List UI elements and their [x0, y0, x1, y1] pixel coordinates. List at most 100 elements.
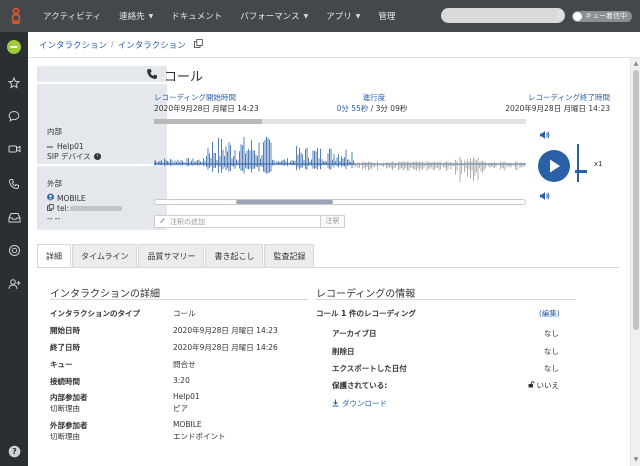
lifebuoy-icon[interactable]	[0, 239, 28, 261]
caret-down-icon: ▼	[148, 12, 154, 20]
archive-date-label: アーカイブ日	[332, 329, 377, 338]
export-date-value: なし	[544, 364, 559, 373]
recording-count-label: コール 1 件のレコーディング	[316, 309, 416, 318]
nav-contacts[interactable]: 連絡先 ▼	[110, 0, 162, 32]
annotation-input[interactable]: 注釈の追加	[154, 215, 338, 228]
external-participant-label: 外部参加者	[50, 421, 88, 430]
download-icon	[332, 399, 339, 409]
progress-value: 0分 55秒 / 3分 09秒	[322, 103, 422, 114]
svg-text:?: ?	[12, 447, 17, 456]
tab-quality-summary[interactable]: 品質サマリー	[138, 244, 205, 268]
nav-admin[interactable]: 管理	[369, 0, 404, 32]
breadcrumb-link-interactions[interactable]: インタラクション	[39, 39, 107, 51]
bell-icon[interactable]	[554, 9, 566, 22]
export-date-label: エクスポートした日付	[332, 364, 407, 373]
external-disconnect-label: 切断理由	[50, 432, 80, 441]
type-label: インタラクションのタイプ	[50, 309, 140, 318]
star-icon[interactable]	[0, 72, 28, 94]
unlock-icon	[528, 381, 535, 390]
copy-icon[interactable]	[47, 203, 54, 213]
search-input[interactable]	[441, 8, 565, 23]
external-tel: tel:	[47, 203, 157, 213]
internal-title: 内部	[47, 127, 62, 136]
nav-activity[interactable]: アクティビティ	[34, 0, 110, 32]
top-nav-menu: アクティビティ 連絡先 ▼ ドキュメント パフォーマンス ▼ アプリ ▼ 管理	[34, 0, 404, 32]
protected-value-text: いいえ	[536, 381, 560, 390]
genesys-logo-icon[interactable]	[0, 0, 32, 32]
scroll-down-arrow-icon[interactable]: ▼	[632, 456, 640, 464]
start-label: 開始日時	[50, 326, 80, 335]
nav-apps[interactable]: アプリ ▼	[317, 0, 369, 32]
download-link[interactable]: ダウンロード	[332, 398, 387, 409]
delete-date-label: 削除日	[332, 347, 355, 356]
tab-audit-log[interactable]: 監査記録	[264, 244, 315, 268]
details-divider	[50, 299, 308, 300]
phone-icon	[146, 68, 158, 84]
playback-speed-slider[interactable]	[577, 144, 579, 182]
toggle-switch[interactable]: キュー着信中	[572, 10, 632, 22]
internal-disconnect-value: ピア	[173, 404, 188, 413]
delete-date-value: なし	[544, 347, 559, 356]
play-icon	[550, 159, 560, 173]
nav-performance[interactable]: パフォーマンス ▼	[231, 0, 317, 32]
top-nav-bar: アクティビティ 連絡先 ▼ ドキュメント パフォーマンス ▼ アプリ ▼ 管理 キュー…	[0, 0, 640, 32]
queue-toggle[interactable]: キュー着信中	[572, 10, 632, 22]
recording-info-title: レコーディングの情報	[316, 289, 416, 300]
tab-transcript[interactable]: 書き起こし	[205, 244, 264, 268]
edit-recording-link[interactable]: (編集)	[539, 308, 560, 319]
waveform-scroll-bar[interactable]	[154, 199, 526, 205]
protected-value[interactable]: いいえ	[508, 380, 559, 391]
scroll-up-arrow-icon[interactable]: ▲	[632, 60, 640, 68]
volume-up-icon[interactable]	[539, 130, 551, 142]
progress-total: 3分 09秒	[375, 104, 408, 113]
detail-tabs: 詳細 タイムライン 品質サマリー 書き起こし 監査記録	[37, 244, 315, 268]
internal-device: SIP デバイス i	[47, 151, 157, 161]
copy-icon[interactable]	[193, 39, 203, 50]
dash-icon	[47, 142, 54, 151]
external-participant-value: MOBILE	[173, 420, 202, 429]
page-scrollbar[interactable]: ▲ ▼	[630, 58, 640, 466]
waveform-scroll-thumb[interactable]	[236, 200, 333, 204]
progress-label: 進行度	[362, 93, 386, 102]
status-icon[interactable]	[0, 36, 28, 58]
chat-icon[interactable]	[0, 105, 28, 127]
tab-details[interactable]: 詳細	[37, 244, 71, 268]
volume-down-icon[interactable]	[539, 191, 551, 203]
pencil-icon	[159, 217, 166, 226]
end-value: 2020年9月28日 月曜日 14:26	[173, 343, 278, 352]
toggle-knob	[573, 11, 582, 21]
info-icon[interactable]: i	[93, 152, 101, 160]
internal-user: Help01	[47, 141, 157, 151]
download-label: ダウンロード	[342, 399, 387, 408]
protected-label: 保護されている:	[332, 381, 388, 390]
internal-device-name: SIP デバイス	[47, 151, 91, 161]
external-participant-card[interactable]: 外部 MOBILE tel: -- --	[37, 166, 167, 230]
archive-date-value: なし	[544, 329, 559, 338]
internal-participant-label: 内部参加者	[50, 393, 88, 402]
user-add-icon[interactable]	[0, 273, 28, 295]
recording-start-label: レコーディング開始時間	[154, 93, 236, 102]
phone-icon[interactable]	[0, 173, 28, 195]
playback-progress-track[interactable]	[154, 119, 526, 124]
nav-label: アプリ	[326, 12, 352, 22]
nav-label: パフォーマンス	[240, 12, 300, 22]
help-icon[interactable]: ?	[0, 440, 28, 462]
tab-timeline[interactable]: タイムライン	[72, 244, 138, 268]
breadcrumb-separator: /	[111, 40, 114, 49]
internal-participant-card[interactable]: 内部 Help01 SIP デバイス i	[37, 84, 167, 164]
call-title-text: コール	[164, 70, 204, 85]
play-button[interactable]	[538, 150, 570, 182]
annotation-button[interactable]: 注釈	[320, 215, 345, 228]
page-title: コール	[146, 66, 203, 85]
external-disconnect-value: エンドポイント	[173, 432, 226, 441]
breadcrumb-link-interaction[interactable]: インタラクション	[118, 39, 186, 51]
nav-documents[interactable]: ドキュメント	[162, 0, 231, 32]
video-icon[interactable]	[0, 138, 28, 160]
page-scroll-thumb[interactable]	[633, 70, 639, 330]
audio-waveform[interactable]	[154, 128, 526, 184]
external-user-name: MOBILE	[57, 193, 86, 203]
caret-down-icon: ▼	[355, 12, 361, 20]
playback-speed-handle[interactable]	[575, 170, 587, 173]
inbox-icon[interactable]	[0, 206, 28, 228]
queue-value: 問合せ	[173, 360, 196, 369]
